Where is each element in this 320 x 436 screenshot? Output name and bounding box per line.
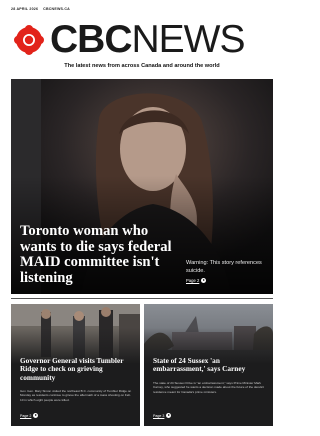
story-page-link[interactable]: Page 3	[153, 413, 172, 418]
story-summary: The state of 24 Sussex Drive is "an emba…	[153, 381, 264, 394]
site-url[interactable]: CBCNEWS.CA	[43, 7, 70, 11]
story-card-tumbler-ridge[interactable]: Governor General visits Tumbler Ridge to…	[11, 304, 140, 426]
arrow-right-icon	[33, 413, 39, 418]
wordmark-cbc: CBC	[50, 18, 132, 61]
story-headline[interactable]: Governor General visits Tumbler Ridge to…	[20, 356, 135, 382]
hero-headline[interactable]: Toronto woman who wants to die says fede…	[20, 223, 185, 286]
story-card-24-sussex[interactable]: State of 24 Sussex 'an embarrassment,' s…	[144, 304, 273, 426]
section-divider	[11, 298, 273, 299]
story-photo-24-sussex	[144, 304, 273, 364]
story-summary: Gov. Gen. Mary Simon visited the northea…	[20, 389, 132, 402]
story-page-link[interactable]: Page 2	[20, 413, 39, 418]
masthead: CBCNEWS	[12, 20, 274, 60]
content-warning: Warning: This story references suicide.	[186, 260, 262, 274]
cbc-news-wordmark: CBCNEWS	[50, 18, 246, 61]
hero-page-link[interactable]: Page 2	[186, 278, 207, 283]
hero-story[interactable]: Toronto woman who wants to die says fede…	[11, 79, 273, 294]
tagline: The latest news from across Canada and a…	[64, 63, 220, 69]
story-photo-tumbler-ridge	[11, 304, 140, 364]
issue-meta: 28 APRIL 2026 CBCNEWS.CA	[11, 7, 70, 11]
cbc-gem-icon	[12, 23, 46, 57]
hero-page-link-label: Page 2	[186, 278, 200, 283]
issue-date: 28 APRIL 2026	[11, 7, 39, 11]
story-page-link-label: Page 3	[153, 413, 165, 418]
story-page-link-label: Page 2	[20, 413, 32, 418]
wordmark-news: NEWS	[131, 18, 246, 61]
story-headline[interactable]: State of 24 Sussex 'an embarrassment,' s…	[153, 356, 268, 374]
arrow-right-icon	[201, 278, 207, 283]
arrow-right-icon	[166, 413, 172, 418]
